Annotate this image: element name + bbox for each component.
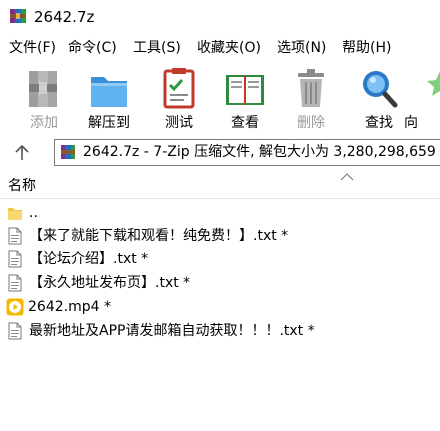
address-text: 2642.7z - 7-Zip 压缩文件, 解包大小为 3,280,298,65… [83, 144, 436, 160]
add-button[interactable]: 添加 [14, 65, 74, 135]
delete-button[interactable]: 删除 [281, 65, 341, 135]
title-bar: 2642.7z [0, 0, 440, 34]
video-file-icon [6, 298, 24, 316]
test-button[interactable]: 测试 [149, 65, 209, 135]
extract-to-label: 解压到 [88, 115, 130, 131]
test-label: 测试 [165, 115, 193, 131]
winrar-icon [10, 9, 26, 23]
menu-tools[interactable]: 工具(S) [133, 38, 181, 58]
wizard-icon [427, 71, 440, 96]
text-file-icon [8, 274, 22, 292]
up-folder-button[interactable] [6, 141, 38, 165]
toolbar: 添加 解压到 测试 查看 删除 查找 向 [0, 61, 440, 138]
menu-commands[interactable]: 命令(C) [68, 38, 117, 58]
file-name: 【来了就能下载和观看！纯免费！】.txt * [29, 228, 289, 244]
view-button[interactable]: 查看 [215, 65, 275, 135]
text-file-icon [8, 250, 22, 268]
window-title: 2642.7z [34, 8, 95, 26]
arrow-up-icon [15, 144, 29, 160]
list-item[interactable]: 最新地址及APP请发邮箱自动获取！！！.txt * [0, 320, 440, 342]
file-name: 【论坛介绍】.txt * [29, 251, 149, 267]
extract-folder-icon [91, 77, 127, 107]
menu-favorites[interactable]: 收藏夹(O) [197, 38, 261, 58]
name-column-label: 名称 [8, 178, 36, 194]
file-name: .. [29, 205, 38, 221]
archive-icon [61, 145, 75, 159]
text-file-icon [8, 227, 22, 245]
list-item[interactable]: 2642.mp4 * [0, 296, 440, 318]
extract-to-button[interactable]: 解压到 [79, 65, 139, 135]
file-name: 【永久地址发布页】.txt * [29, 275, 191, 291]
find-button[interactable]: 查找 [349, 65, 409, 135]
test-checklist-icon [163, 68, 195, 109]
sort-indicator-icon [340, 173, 354, 181]
trash-icon [298, 69, 324, 107]
file-name: 最新地址及APP请发邮箱自动获取！！！.txt * [29, 323, 315, 339]
menu-file[interactable]: 文件(F) [9, 38, 56, 58]
delete-label: 删除 [297, 115, 325, 131]
folder-icon [8, 208, 22, 220]
magnifier-icon [363, 71, 398, 108]
view-label: 查看 [231, 115, 259, 131]
wizard-label: 向 [404, 115, 418, 131]
wizard-button[interactable]: 向 [404, 65, 440, 135]
add-label: 添加 [30, 115, 58, 131]
list-item[interactable]: 【永久地址发布页】.txt * [0, 272, 440, 294]
view-book-icon [226, 75, 264, 105]
list-item[interactable]: 【论坛介绍】.txt * [0, 248, 440, 270]
add-archive-icon [29, 71, 57, 107]
file-name: 2642.mp4 * [28, 299, 111, 315]
menu-options[interactable]: 选项(N) [277, 38, 326, 58]
menu-bar: 文件(F) 命令(C) 工具(S) 收藏夹(O) 选项(N) 帮助(H) [0, 34, 440, 61]
address-bar: 2642.7z - 7-Zip 压缩文件, 解包大小为 3,280,298,65… [0, 137, 440, 168]
list-item[interactable]: 【来了就能下载和观看！纯免费！】.txt * [0, 225, 440, 247]
menu-help[interactable]: 帮助(H) [342, 38, 391, 58]
list-item[interactable]: .. [0, 202, 440, 224]
name-column-header[interactable]: 名称 [0, 173, 440, 199]
address-field[interactable]: 2642.7z - 7-Zip 压缩文件, 解包大小为 3,280,298,65… [54, 139, 440, 166]
find-label: 查找 [365, 115, 393, 131]
text-file-icon [8, 322, 22, 340]
